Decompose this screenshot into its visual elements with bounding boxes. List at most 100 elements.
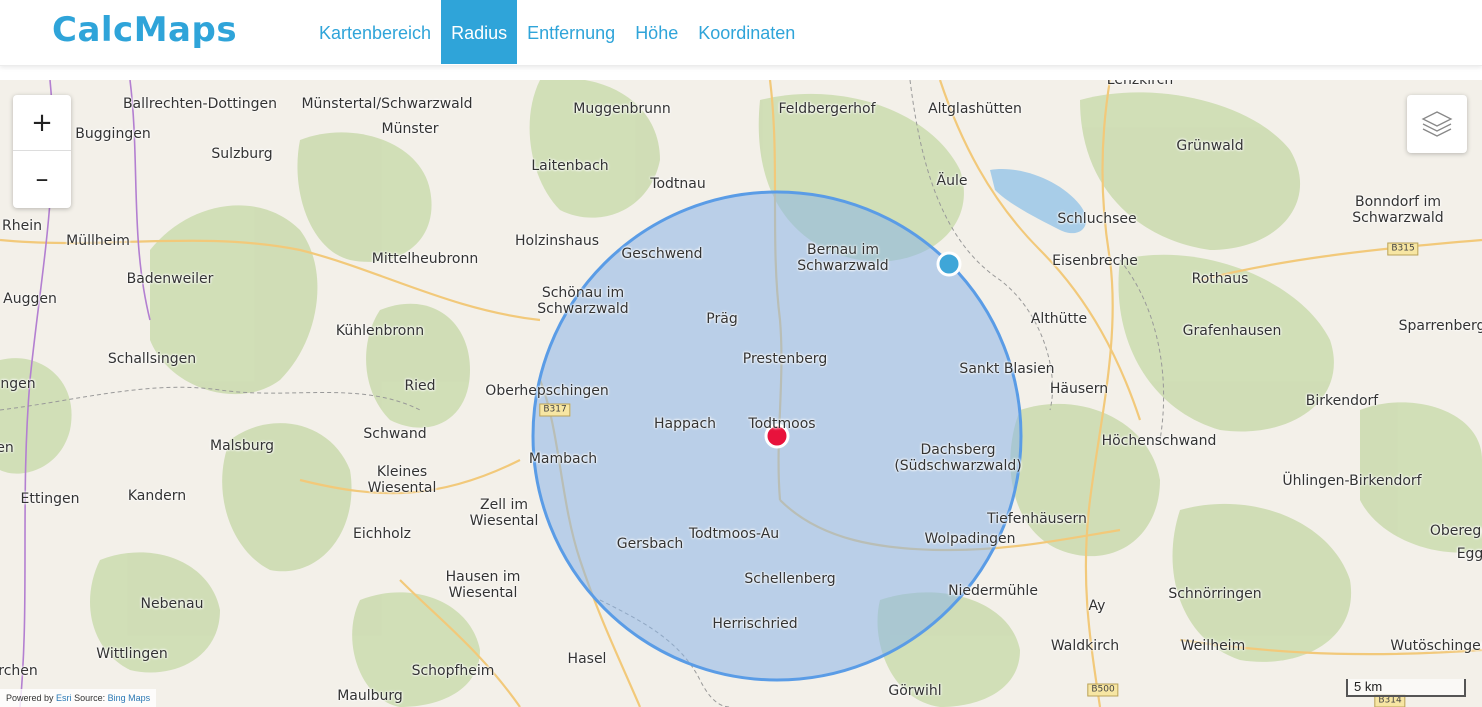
road-shield: B500 bbox=[1087, 683, 1119, 697]
place-label: Schwand bbox=[363, 426, 427, 442]
place-label: Ay bbox=[1088, 598, 1106, 614]
place-label: Maulburg bbox=[337, 688, 403, 704]
place-label: Münster bbox=[381, 121, 439, 137]
place-label: Äule bbox=[936, 173, 968, 189]
place-label: Herrischried bbox=[712, 616, 798, 632]
zoom-out-button[interactable]: – bbox=[13, 151, 71, 207]
place-label: Wutöschingen bbox=[1390, 638, 1482, 654]
place-label: en bbox=[0, 440, 14, 456]
nav-item-entfernung[interactable]: Entfernung bbox=[517, 0, 625, 64]
place-label: Holzinshaus bbox=[514, 233, 600, 249]
scale-bar: 5 km bbox=[1346, 679, 1466, 697]
place-label: Münstertal/Schwarzwald bbox=[301, 96, 473, 112]
place-label: Feldbergerhof bbox=[778, 101, 876, 117]
place-label: Mittelheubronn bbox=[371, 251, 479, 267]
place-label: Altglashütten bbox=[928, 101, 1022, 117]
place-label: Weilheim bbox=[1180, 638, 1246, 654]
place-label: Schopfheim bbox=[411, 663, 495, 679]
place-label: Schellenberg bbox=[744, 571, 836, 587]
place-label: Schnörringen bbox=[1168, 586, 1262, 602]
place-label: Grünwald bbox=[1176, 138, 1244, 154]
place-label: Hausen im Wiesental bbox=[445, 569, 521, 601]
place-label: Höchenschwand bbox=[1101, 433, 1217, 449]
attribution-prefix: Powered by bbox=[6, 693, 54, 703]
place-label: Buggingen bbox=[75, 126, 151, 142]
place-label: Kleines Wiesental bbox=[367, 464, 437, 496]
attribution-source: Source: bbox=[74, 693, 106, 703]
place-label: Todtnau bbox=[650, 176, 706, 192]
road-shield: B317 bbox=[539, 403, 571, 417]
place-label: Grafenhausen bbox=[1182, 323, 1282, 339]
place-label: Bernau im Schwarzwald bbox=[797, 242, 889, 274]
place-label: Kandern bbox=[127, 488, 187, 504]
place-label: Badenweiler bbox=[126, 271, 214, 287]
place-label: Müllheim bbox=[66, 233, 130, 249]
layers-icon bbox=[1421, 111, 1453, 137]
map-canvas[interactable]: Ballrechten-Dottingen Münstertal/Schwarzw… bbox=[0, 80, 1482, 707]
place-label: Kühlenbronn bbox=[335, 323, 425, 339]
place-label: Schönau im Schwarzwald bbox=[537, 285, 629, 317]
main-nav: Kartenbereich Radius Entfernung Höhe Koo… bbox=[309, 0, 805, 64]
place-label: Sulzburg bbox=[211, 146, 273, 162]
place-label: Dachsberg (Südschwarzwald) bbox=[894, 442, 1022, 474]
place-label: rchen bbox=[0, 663, 38, 679]
place-label: Prestenberg bbox=[742, 351, 828, 367]
zoom-in-button[interactable]: + bbox=[13, 95, 71, 151]
place-label: Bonndorf im Schwarzwald bbox=[1352, 194, 1444, 226]
place-label: Laitenbach bbox=[531, 158, 609, 174]
zoom-control: + – bbox=[13, 95, 71, 208]
place-label: ngen bbox=[0, 376, 36, 392]
place-label: Gersbach bbox=[616, 536, 684, 552]
place-label: Happach bbox=[653, 416, 717, 432]
place-label: Ettingen bbox=[20, 491, 80, 507]
place-label: Muggenbrunn bbox=[573, 101, 671, 117]
place-label: Tiefenhäusern bbox=[987, 511, 1087, 527]
nav-item-kartenbereich[interactable]: Kartenbereich bbox=[309, 0, 441, 64]
nav-item-koordinaten[interactable]: Koordinaten bbox=[688, 0, 805, 64]
place-label: Rothaus bbox=[1191, 271, 1249, 287]
place-label: Egg bbox=[1456, 546, 1482, 562]
place-label: Ried bbox=[404, 378, 436, 394]
place-label: Althütte bbox=[1030, 311, 1088, 327]
place-label: Sankt Blasien bbox=[959, 361, 1055, 377]
place-label: Auggen bbox=[3, 291, 57, 307]
brand-logo[interactable]: CalcMaps bbox=[52, 10, 237, 50]
place-label: Oberegg bbox=[1429, 523, 1482, 539]
place-label: Malsburg bbox=[210, 438, 274, 454]
place-label: Eisenbreche bbox=[1052, 253, 1138, 269]
place-label: Oberhepschingen bbox=[485, 383, 609, 399]
place-label: Geschwend bbox=[621, 246, 703, 262]
place-label: Wittlingen bbox=[96, 646, 168, 662]
place-label: Nebenau bbox=[140, 596, 204, 612]
place-label: Ballrechten-Dottingen bbox=[122, 96, 278, 112]
place-label: Birkendorf bbox=[1305, 393, 1379, 409]
nav-item-hoehe[interactable]: Höhe bbox=[625, 0, 688, 64]
esri-link[interactable]: Esri bbox=[56, 693, 72, 703]
place-label: Görwihl bbox=[888, 683, 942, 699]
place-label: Waldkirch bbox=[1050, 638, 1120, 654]
place-label: Wolpadingen bbox=[924, 531, 1016, 547]
place-label: Lenzkirch bbox=[1106, 80, 1174, 88]
place-label: Zell im Wiesental bbox=[469, 497, 539, 529]
map-basemap bbox=[0, 80, 1482, 707]
place-label: Niedermühle bbox=[948, 583, 1038, 599]
place-label: Ühlingen-Birkendorf bbox=[1282, 473, 1422, 489]
place-label: Rhein bbox=[2, 218, 42, 234]
place-label: Mambach bbox=[528, 451, 598, 467]
place-label: Todtmoos bbox=[748, 416, 816, 432]
place-label: Schluchsee bbox=[1057, 211, 1137, 227]
layers-button[interactable] bbox=[1407, 95, 1467, 153]
bing-maps-link[interactable]: Bing Maps bbox=[108, 693, 151, 703]
place-label: Todtmoos-Au bbox=[688, 526, 780, 542]
map-attribution: Powered by Esri Source: Bing Maps bbox=[0, 689, 157, 707]
nav-item-radius[interactable]: Radius bbox=[441, 0, 518, 64]
place-label: Häusern bbox=[1049, 381, 1109, 397]
place-label: Sparrenberg bbox=[1398, 318, 1482, 334]
place-label: Präg bbox=[706, 311, 738, 327]
place-label: Hasel bbox=[567, 651, 607, 667]
radius-handle[interactable] bbox=[936, 251, 962, 277]
place-label: Schallsingen bbox=[107, 351, 197, 367]
road-shield: B315 bbox=[1387, 242, 1419, 256]
place-label: Eichholz bbox=[353, 526, 411, 542]
top-navbar: CalcMaps Kartenbereich Radius Entfernung… bbox=[0, 0, 1482, 66]
